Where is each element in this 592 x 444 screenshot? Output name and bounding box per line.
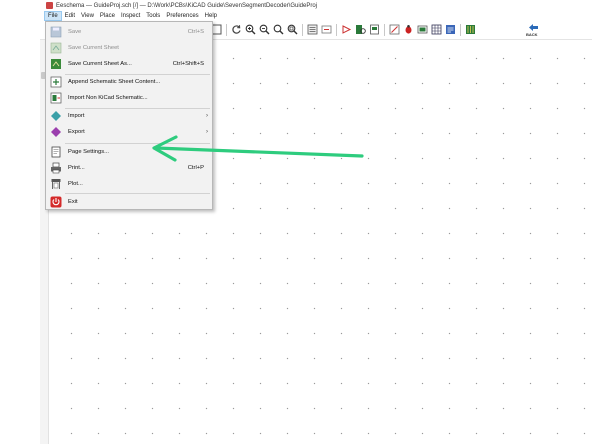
callout-arrow xyxy=(152,135,364,162)
